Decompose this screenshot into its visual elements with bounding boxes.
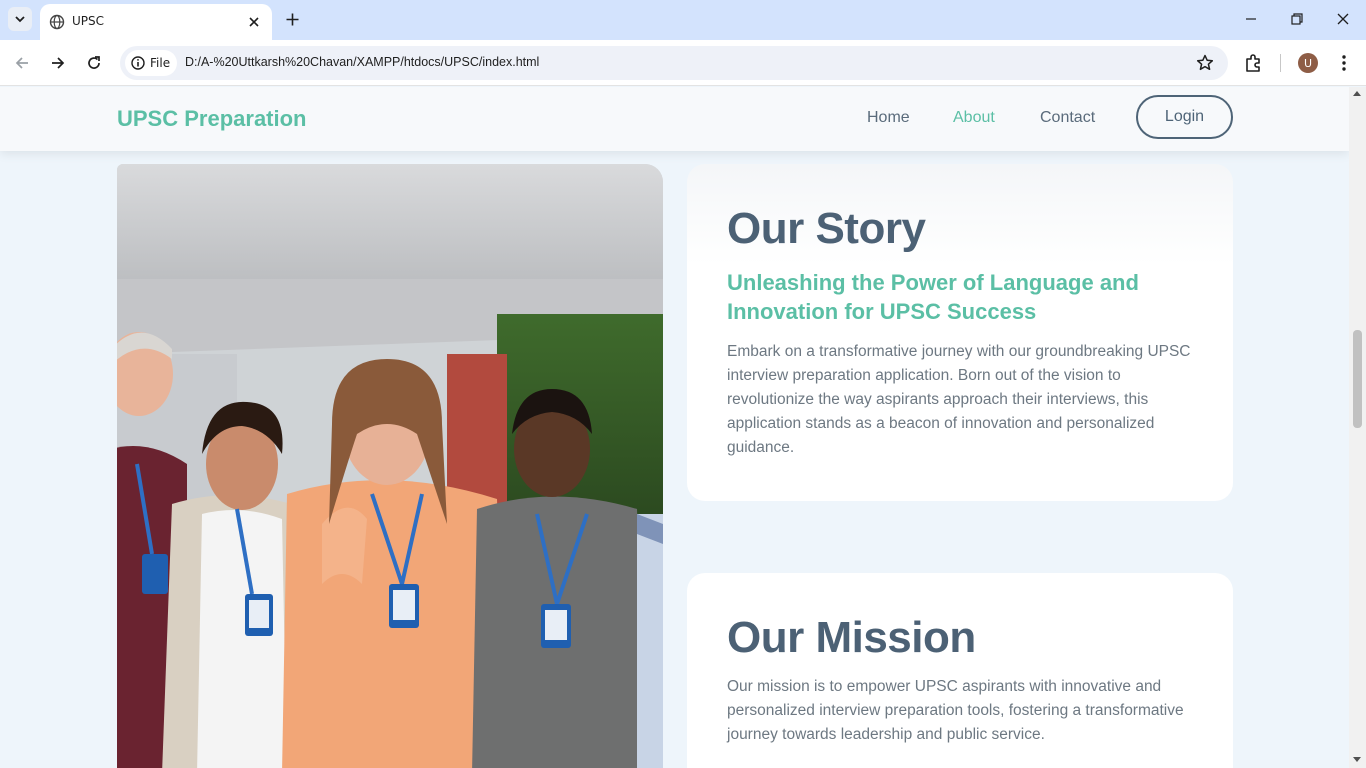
- close-icon[interactable]: [246, 14, 262, 30]
- extensions-icon[interactable]: [1244, 53, 1264, 73]
- globe-icon: [49, 14, 65, 30]
- our-story-title: Our Story: [727, 204, 926, 253]
- our-mission-body: Our mission is to empower UPSC aspirants…: [727, 678, 1184, 743]
- our-story-card: Our Story Unleashing the Power of Langua…: [687, 164, 1233, 501]
- minimize-icon[interactable]: [1240, 8, 1262, 30]
- browser-tabstrip: UPSC: [0, 0, 1366, 40]
- close-window-icon[interactable]: [1332, 8, 1354, 30]
- login-button[interactable]: Login: [1136, 95, 1233, 139]
- page-viewport: UPSC Preparation Home About Contact Logi…: [0, 87, 1349, 768]
- reload-icon[interactable]: [83, 52, 105, 74]
- our-mission-title: Our Mission: [727, 613, 976, 662]
- scroll-down-arrow-icon[interactable]: [1353, 757, 1361, 762]
- our-story-body: Embark on a transformative journey with …: [727, 343, 1191, 456]
- scroll-up-arrow-icon[interactable]: [1353, 91, 1361, 96]
- site-chip-label: File: [150, 56, 171, 70]
- browser-tab[interactable]: UPSC: [40, 4, 272, 40]
- site-header: UPSC Preparation Home About Contact Logi…: [0, 87, 1349, 151]
- plus-icon[interactable]: [283, 10, 301, 28]
- more-vert-icon[interactable]: [1334, 53, 1354, 73]
- scroll-thumb[interactable]: [1353, 330, 1362, 428]
- team-photo: [117, 164, 663, 768]
- page-scrollbar[interactable]: [1349, 87, 1366, 768]
- our-story-subtitle: Unleashing the Power of Language and Inn…: [727, 270, 1139, 324]
- browser-toolbar: File D:/A-%20Uttkarsh%20Chavan/XAMPP/htd…: [0, 40, 1366, 86]
- url-text[interactable]: D:/A-%20Uttkarsh%20Chavan/XAMPP/htdocs/U…: [185, 55, 539, 69]
- brand-logo[interactable]: UPSC Preparation: [117, 106, 307, 132]
- nav-home[interactable]: Home: [867, 109, 910, 127]
- nav-about[interactable]: About: [953, 109, 995, 127]
- restore-icon[interactable]: [1286, 8, 1308, 30]
- profile-avatar[interactable]: U: [1298, 53, 1318, 73]
- our-mission-card: Our Mission Our mission is to empower UP…: [687, 573, 1233, 768]
- tab-search-icon[interactable]: [8, 7, 32, 31]
- forward-arrow-icon[interactable]: [47, 52, 69, 74]
- nav-contact[interactable]: Contact: [1040, 109, 1095, 127]
- back-arrow-icon[interactable]: [11, 52, 33, 74]
- info-icon: [131, 56, 145, 70]
- address-bar[interactable]: File D:/A-%20Uttkarsh%20Chavan/XAMPP/htd…: [120, 46, 1228, 80]
- tab-title: UPSC: [72, 14, 105, 28]
- site-info-chip[interactable]: File: [125, 50, 177, 76]
- toolbar-divider: [1280, 54, 1281, 72]
- star-icon[interactable]: [1196, 54, 1214, 72]
